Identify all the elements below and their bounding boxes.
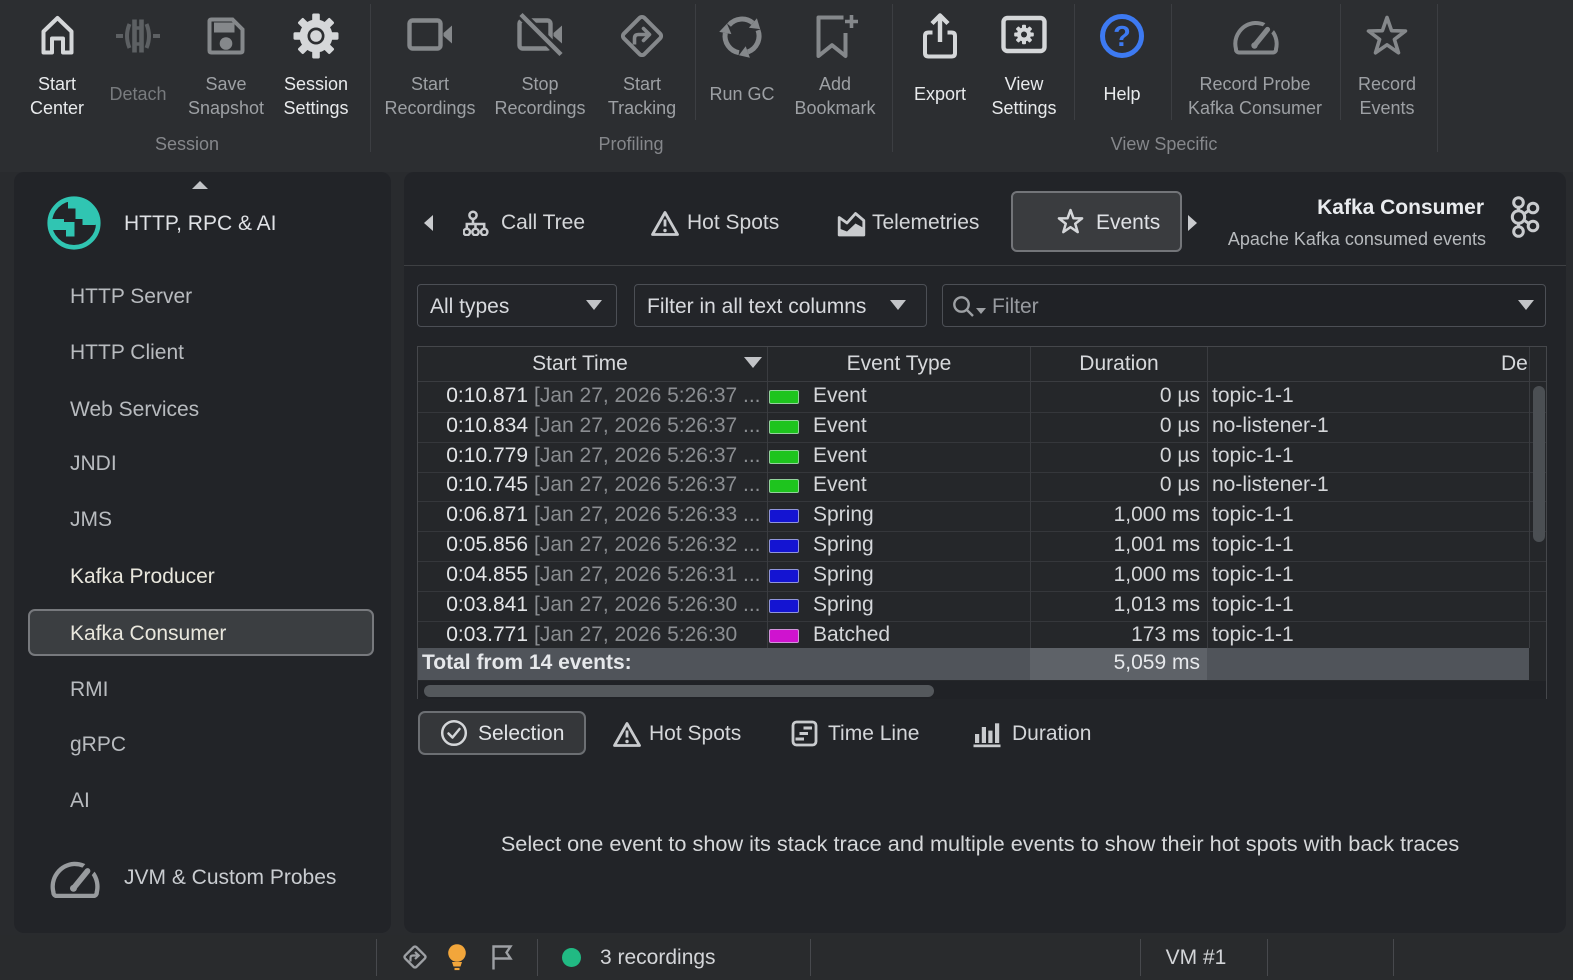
svg-text:?: ? <box>1113 21 1131 53</box>
